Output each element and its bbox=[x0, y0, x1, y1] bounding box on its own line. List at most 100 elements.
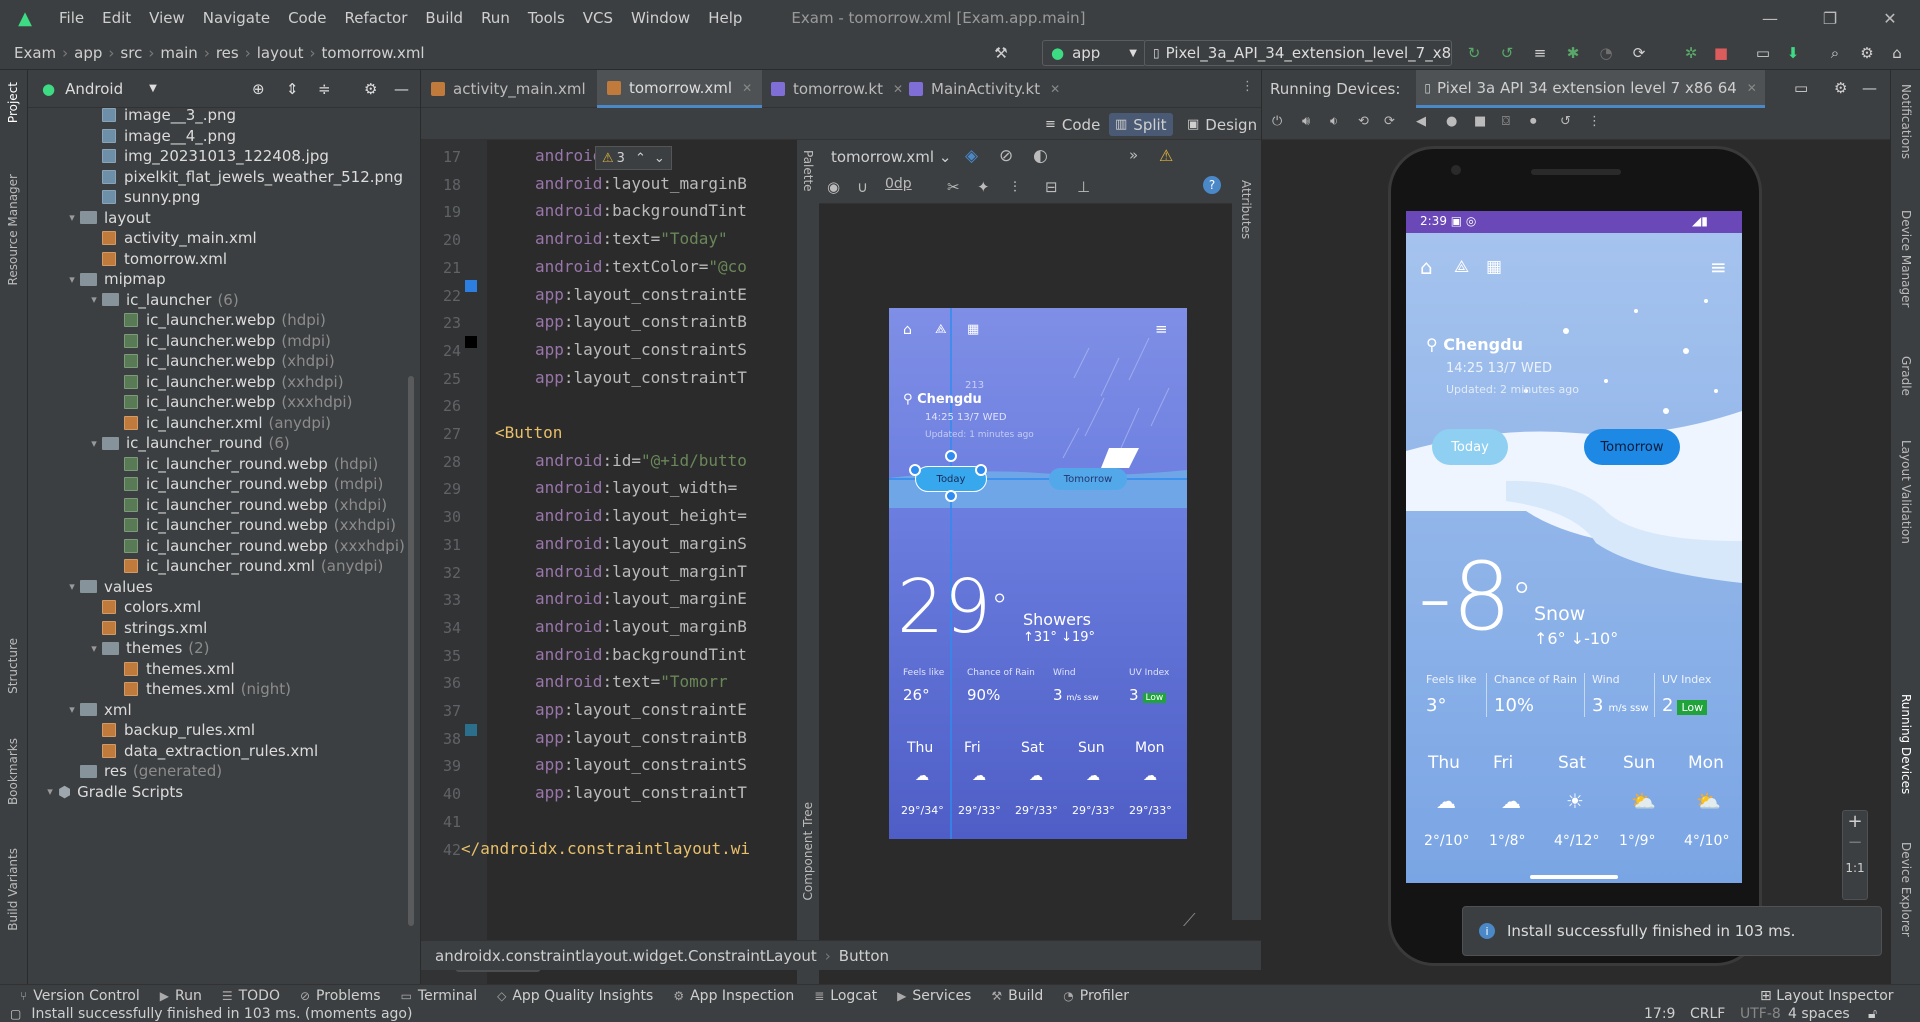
split-view-button[interactable]: ▥ Split bbox=[1109, 113, 1173, 136]
volume-up-icon[interactable]: 🔊︎ bbox=[1302, 114, 1310, 129]
menu-icon[interactable]: ≡ bbox=[1710, 255, 1727, 279]
editor-tab[interactable]: MainActivity.kt ✕ bbox=[899, 70, 1070, 108]
chevron-down-icon[interactable]: ▾ bbox=[86, 642, 102, 655]
record-icon[interactable]: ⏺ bbox=[1530, 114, 1537, 129]
magnet-icon[interactable]: ∪ bbox=[857, 178, 868, 196]
zoom-in-button[interactable]: + bbox=[1843, 811, 1867, 832]
home-icon[interactable]: ⌂ bbox=[1420, 255, 1433, 279]
device-manager-tab[interactable]: Device Manager bbox=[1899, 210, 1913, 307]
align-icon[interactable]: ⊟ bbox=[1045, 178, 1058, 196]
running-devices-tab[interactable]: Running Devices bbox=[1899, 694, 1913, 794]
more-icon[interactable]: » bbox=[1129, 146, 1138, 164]
constraint-handle-right[interactable] bbox=[975, 464, 987, 476]
stop-icon[interactable]: ■ bbox=[1710, 42, 1732, 64]
constraint-handle-bottom[interactable] bbox=[945, 490, 957, 502]
tomorrow-button[interactable]: Tomorrow bbox=[1584, 429, 1680, 465]
editor-tab[interactable]: activity_main.xml✕ bbox=[421, 70, 616, 108]
file-encoding[interactable]: UTF-8 bbox=[1740, 1006, 1781, 1022]
close-icon[interactable]: ✕ bbox=[1050, 82, 1060, 96]
volume-down-icon[interactable]: 🔉︎ bbox=[1330, 114, 1338, 129]
palette-tab[interactable]: Palette bbox=[801, 150, 815, 192]
device-select[interactable]: ▯ Pixel_3a_API_34_extension_level_7_x86 … bbox=[1144, 40, 1452, 66]
code-editor[interactable]: 17 18 19 20 21 22 23 24 25 26 27 28 29 30 31 32 33 34 35 36… bbox=[421, 140, 797, 984]
breadcrumb-item[interactable]: app bbox=[74, 44, 102, 62]
layout-icon[interactable]: ▭ bbox=[1794, 79, 1808, 97]
clear-constraints-icon[interactable]: ✂ bbox=[947, 178, 960, 196]
menu-navigate[interactable]: Navigate bbox=[194, 9, 279, 27]
gear-icon[interactable]: ⚙ bbox=[364, 80, 377, 98]
gear-icon[interactable]: ⚙ bbox=[1834, 79, 1847, 97]
line-separator[interactable]: CRLF bbox=[1690, 1006, 1725, 1022]
color-swatch[interactable] bbox=[465, 280, 477, 292]
locate-icon[interactable]: ⊕ bbox=[252, 80, 265, 98]
menu-help[interactable]: Help bbox=[699, 9, 751, 27]
editor-tab[interactable]: tomorrow.kt ✕ bbox=[761, 70, 913, 108]
chevron-down-icon[interactable]: ▾ bbox=[86, 437, 102, 450]
debug-icon[interactable]: ✱ bbox=[1562, 42, 1584, 64]
eye-icon[interactable]: ◉ bbox=[827, 178, 840, 196]
menu-edit[interactable]: Edit bbox=[93, 9, 140, 27]
tree-item[interactable]: ▾ ⬢ Gradle Scripts bbox=[28, 779, 183, 804]
breadcrumb-item[interactable]: tomorrow.xml bbox=[322, 44, 425, 62]
indent-setting[interactable]: 4 spaces bbox=[1788, 1006, 1850, 1022]
home-indicator[interactable] bbox=[1530, 875, 1618, 879]
help-icon[interactable]: ? bbox=[1203, 176, 1221, 194]
chevron-down-icon[interactable]: ▾ bbox=[64, 703, 80, 716]
profile-icon[interactable]: ◔ bbox=[1595, 42, 1617, 64]
run-config-select[interactable]: ● app ▼ bbox=[1042, 40, 1146, 66]
status-toggle-icon[interactable]: ▢ bbox=[10, 1007, 21, 1021]
project-view-select[interactable]: Android bbox=[65, 80, 123, 98]
chevron-down-icon[interactable]: ▾ bbox=[86, 293, 102, 306]
night-mode-icon[interactable]: ◐ bbox=[1033, 146, 1048, 166]
tool-tab-app-quality-insights[interactable]: ◇ App Quality Insights bbox=[497, 988, 653, 1004]
breadcrumb-item[interactable]: Exam bbox=[14, 44, 56, 62]
attach-debugger-icon[interactable]: ⟳ bbox=[1628, 42, 1650, 64]
breadcrumb-item[interactable]: main bbox=[160, 44, 197, 62]
build-variants-tab[interactable]: Build Variants bbox=[6, 848, 20, 931]
orientation-icon[interactable]: ⊘ bbox=[999, 146, 1013, 166]
menu-build[interactable]: Build bbox=[416, 9, 472, 27]
hide-icon[interactable]: — bbox=[394, 80, 409, 98]
rotate-right-icon[interactable]: ⟳ bbox=[1384, 114, 1395, 129]
device-manager-icon[interactable]: ▭ bbox=[1752, 42, 1774, 64]
collapse-all-icon[interactable]: ≑ bbox=[318, 80, 331, 98]
chevron-down-icon[interactable]: ▼ bbox=[149, 83, 157, 94]
project-tool-tab[interactable]: Project bbox=[6, 82, 20, 123]
tool-tab-problems[interactable]: ⊘ Problems bbox=[300, 988, 381, 1004]
more-vertical-icon[interactable]: ⋮ bbox=[1588, 114, 1601, 129]
zoom-out-button[interactable]: − bbox=[1843, 832, 1867, 853]
today-button[interactable]: Today bbox=[1432, 429, 1508, 465]
menu-file[interactable]: File bbox=[50, 9, 93, 27]
overview-icon[interactable]: ■ bbox=[1474, 114, 1486, 129]
layout-file-select[interactable]: tomorrow.xml ⌄ bbox=[831, 148, 951, 166]
menu-vcs[interactable]: VCS bbox=[574, 9, 622, 27]
menu-run[interactable]: Run bbox=[472, 9, 519, 27]
component-tree-tab[interactable]: Component Tree bbox=[801, 802, 815, 900]
back-icon[interactable]: ◀ bbox=[1416, 114, 1426, 129]
tool-tab-logcat[interactable]: ≣ Logcat bbox=[814, 988, 877, 1004]
code-view-button[interactable]: ≡ Code bbox=[1039, 113, 1106, 136]
layout-preview[interactable]: ⌂ ⟁ ▦ ≡ 213 ⚲ Chengdu 14:25 13/7 WED Upd… bbox=[889, 308, 1187, 839]
lock-icon[interactable]: 🔓︎ bbox=[1868, 1006, 1877, 1022]
tool-tab-app-inspection[interactable]: ⚙ App Inspection bbox=[673, 988, 794, 1004]
device-tab[interactable]: ▯ Pixel 3a API 34 extension level 7 x86 … bbox=[1416, 70, 1765, 108]
resize-handle-icon[interactable]: ⟋ bbox=[1183, 910, 1196, 931]
tool-tab-todo[interactable]: ☰ TODO bbox=[222, 988, 280, 1004]
constraint-handle-top[interactable] bbox=[945, 450, 957, 462]
bookmarks-tab[interactable]: Bookmarks bbox=[6, 738, 20, 805]
sync-icon[interactable]: ≡ bbox=[1529, 42, 1551, 64]
phone-screen[interactable]: 2:39 ▣ ◎ ◢▮ ⌂ ⟁ ▦ ≡ ⚲ Chengdu 14:25 13/7… bbox=[1406, 211, 1742, 883]
resize-handle[interactable] bbox=[909, 464, 921, 476]
rotate-left-icon[interactable]: ⟲ bbox=[1358, 114, 1369, 129]
resource-manager-tab[interactable]: Resource Manager bbox=[6, 174, 20, 285]
design-view-button[interactable]: ▣ Design bbox=[1181, 113, 1263, 136]
tool-tab-services[interactable]: ▶ Services bbox=[897, 988, 971, 1004]
layout-inspector-button[interactable]: ⊞ Layout Inspector bbox=[1760, 988, 1894, 1004]
zoom-ratio-button[interactable]: 1:1 bbox=[1843, 861, 1867, 875]
notifications-tab[interactable]: Notifications bbox=[1899, 84, 1913, 159]
restore-icon[interactable]: ❐ bbox=[1802, 0, 1858, 36]
pack-icon[interactable]: ⫶ bbox=[1013, 178, 1017, 196]
breadcrumb-item[interactable]: layout bbox=[257, 44, 304, 62]
caret-position[interactable]: 17:9 bbox=[1644, 1006, 1675, 1022]
inspection-widget[interactable]: ⚠ 3 ⌃ ⌄ bbox=[595, 146, 672, 170]
